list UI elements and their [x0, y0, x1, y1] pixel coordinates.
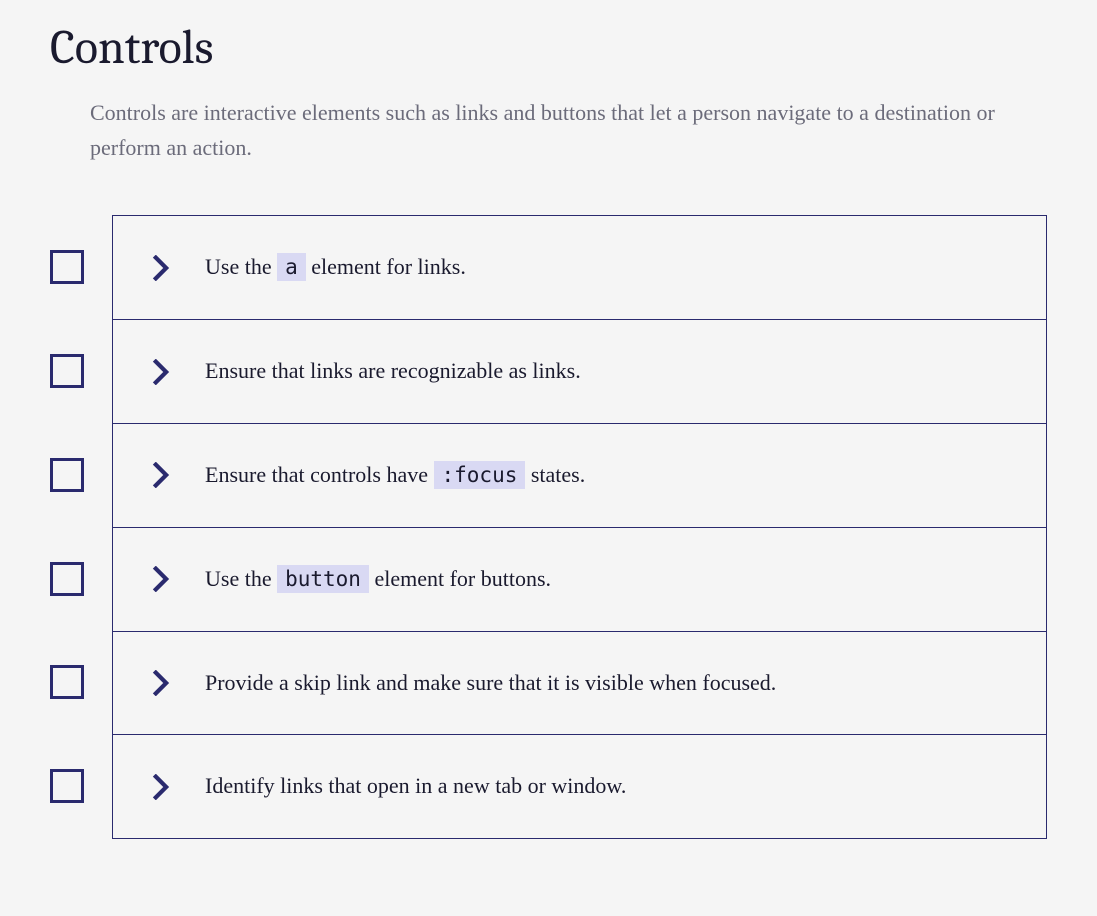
- checklist-item[interactable]: Identify links that open in a new tab or…: [112, 734, 1047, 839]
- checklist-item[interactable]: Ensure that links are recognizable as li…: [112, 319, 1047, 424]
- page-title: Controls: [50, 20, 1047, 75]
- checklist-row: Use the button element for buttons.: [50, 527, 1047, 631]
- checklist-row: Identify links that open in a new tab or…: [50, 734, 1047, 838]
- checklist-row: Use the a element for links.: [50, 215, 1047, 319]
- checklist-row: Provide a skip link and make sure that i…: [50, 631, 1047, 735]
- checklist-item[interactable]: Use the a element for links.: [112, 215, 1047, 320]
- item-checkbox[interactable]: [50, 250, 84, 284]
- item-text: Use the a element for links.: [205, 252, 466, 283]
- page-description: Controls are interactive elements such a…: [90, 95, 1010, 165]
- checklist-item[interactable]: Use the button element for buttons.: [112, 527, 1047, 632]
- item-checkbox[interactable]: [50, 354, 84, 388]
- item-checkbox[interactable]: [50, 458, 84, 492]
- checklist-item[interactable]: Ensure that controls have :focus states.: [112, 423, 1047, 528]
- item-text: Ensure that controls have :focus states.: [205, 460, 585, 491]
- checklist-item[interactable]: Provide a skip link and make sure that i…: [112, 631, 1047, 736]
- item-checkbox[interactable]: [50, 562, 84, 596]
- chevron-right-icon: [151, 254, 171, 282]
- item-text: Identify links that open in a new tab or…: [205, 771, 626, 802]
- item-checkbox[interactable]: [50, 769, 84, 803]
- checklist: Use the a element for links. Ensure that…: [50, 215, 1047, 838]
- chevron-right-icon: [151, 669, 171, 697]
- chevron-right-icon: [151, 773, 171, 801]
- item-text: Ensure that links are recognizable as li…: [205, 356, 581, 387]
- item-checkbox[interactable]: [50, 665, 84, 699]
- code-token: button: [277, 565, 369, 593]
- checklist-row: Ensure that links are recognizable as li…: [50, 319, 1047, 423]
- item-text: Provide a skip link and make sure that i…: [205, 668, 776, 699]
- code-token: :focus: [434, 461, 526, 489]
- checklist-row: Ensure that controls have :focus states.: [50, 423, 1047, 527]
- chevron-right-icon: [151, 461, 171, 489]
- item-text: Use the button element for buttons.: [205, 564, 551, 595]
- code-token: a: [277, 253, 306, 281]
- chevron-right-icon: [151, 565, 171, 593]
- chevron-right-icon: [151, 358, 171, 386]
